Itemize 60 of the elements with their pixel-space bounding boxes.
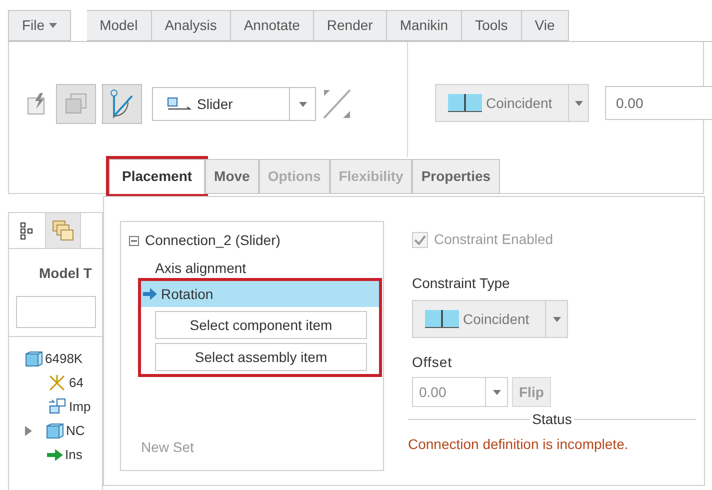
arrow-icon — [143, 288, 157, 300]
offset-value: 0.00 — [418, 382, 448, 402]
caret-icon — [298, 102, 306, 106]
coincident-icon — [448, 94, 482, 112]
ribbon-tab[interactable]: Render — [314, 10, 387, 41]
constraint-type-dropdown[interactable]: Coincident — [435, 84, 589, 122]
layers-icon — [64, 93, 88, 115]
panel-tab[interactable]: Placement — [109, 159, 206, 194]
connection-set-label[interactable]: Connection_2 (Slider) — [145, 230, 280, 251]
caret-icon — [48, 23, 57, 28]
ribbon-tab[interactable]: Model — [86, 10, 152, 41]
slider-type-icon — [167, 97, 193, 111]
copy-toggle[interactable] — [56, 84, 96, 124]
tree-item[interactable]: NC — [66, 421, 85, 441]
offset-label: Offset — [412, 353, 454, 372]
tree-item[interactable]: 6498K — [45, 349, 83, 369]
constraint-type-value: Coincident — [486, 94, 554, 112]
status-heading: Status — [531, 410, 573, 429]
tree-item[interactable]: 64 — [69, 373, 84, 393]
tree-item[interactable]: Imp — [69, 397, 91, 417]
curve-toggle[interactable] — [102, 84, 142, 124]
status-message: Connection definition is incomplete. — [408, 435, 630, 454]
connection-type-value: Slider — [197, 94, 234, 114]
offset-field[interactable]: 0.00 — [605, 86, 712, 120]
panel-tab[interactable]: Properties — [412, 159, 500, 194]
arrow-icon — [47, 449, 63, 461]
ribbon-tab[interactable]: Tools — [462, 10, 522, 41]
caret-icon — [574, 100, 582, 106]
collapse-icon[interactable] — [129, 236, 139, 246]
constraint-type-label: Constraint Type — [412, 274, 511, 293]
constraint-type-dropdown[interactable]: Coincident — [412, 300, 568, 338]
tree-item[interactable]: Ins — [65, 445, 82, 465]
coincident-icon — [425, 310, 459, 328]
panel-tab[interactable]: Move — [205, 159, 259, 194]
ribbon-tab[interactable]: Vie — [522, 10, 569, 41]
caret-icon — [552, 316, 560, 322]
model-tree-title: Model T — [38, 264, 93, 283]
constraint-item[interactable]: Rotation — [141, 281, 379, 307]
hierarchy-icon — [20, 222, 34, 240]
axes-icon — [47, 374, 67, 392]
ribbon-tab[interactable]: Annotate — [230, 10, 314, 41]
ribbon-tab[interactable]: Manikin — [386, 10, 462, 41]
import-icon — [47, 398, 67, 416]
tree-search-field[interactable] — [16, 296, 96, 328]
folders-icon — [52, 220, 74, 242]
constraint-item[interactable]: Axis alignment — [141, 255, 383, 281]
ribbon-tab[interactable]: Analysis — [152, 10, 231, 41]
curve-icon — [109, 89, 135, 119]
resize-arrows-icon[interactable] — [322, 88, 352, 120]
cube-icon — [25, 351, 43, 367]
constraint-enabled-label: Constraint Enabled — [434, 230, 554, 249]
select-item-button[interactable]: Select component item — [155, 311, 367, 339]
caret-icon — [492, 390, 500, 394]
select-item-button[interactable]: Select assembly item — [155, 343, 367, 371]
file-menu[interactable]: File — [8, 10, 71, 41]
cube-icon — [46, 423, 64, 439]
expand-arrow-icon[interactable] — [25, 426, 32, 436]
offset-dropdown[interactable]: 0.00 — [412, 377, 508, 407]
connection-type-dropdown[interactable]: Slider — [152, 87, 316, 121]
constraint-type-value: Coincident — [463, 310, 530, 328]
